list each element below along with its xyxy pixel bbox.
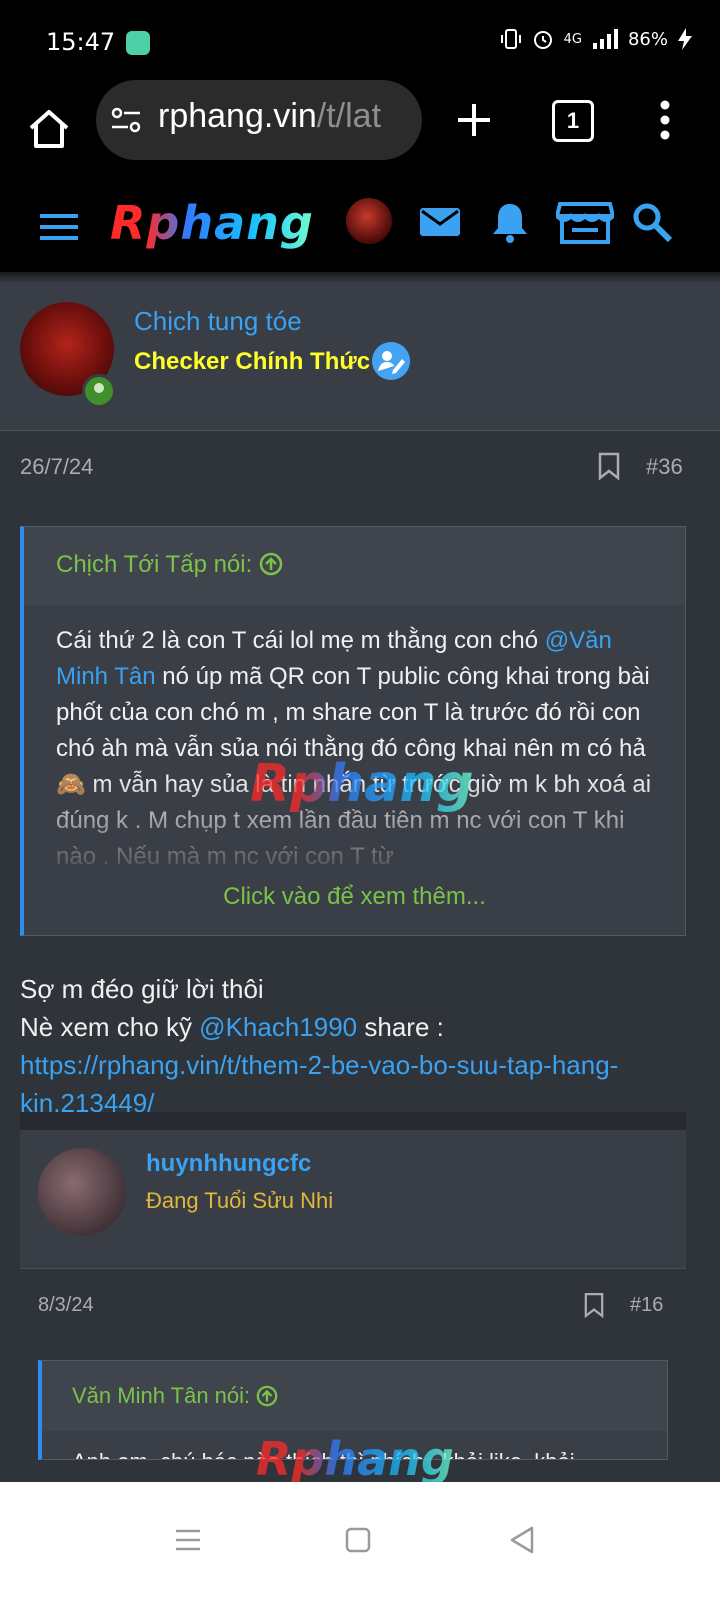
home-icon[interactable] [26,106,72,152]
menu-icon[interactable] [40,212,78,242]
reply-line-2: Nè xem cho kỹ @Khach1990 share : [20,1008,700,1046]
quote-author-label: Chịch Tới Tấp nói: [56,551,253,578]
app-notification-icon [126,31,150,55]
embed-user-block: huynhhungcfc Đang Tuổi Sửu Nhi [20,1130,686,1269]
author-title: Checker Chính Thức [134,348,371,375]
tab-switcher-button[interactable]: 1 [552,100,594,142]
signal-icon [592,29,618,49]
embed-top-border [20,1112,686,1130]
embed-bookmark-icon[interactable] [584,1292,604,1318]
recents-icon[interactable] [170,1522,206,1558]
quote-author[interactable]: Chịch Tới Tấp nói: [56,551,283,579]
charging-icon [678,28,692,50]
address-bar[interactable]: rphang.vin/t/lat [96,80,422,160]
mail-icon[interactable] [418,200,462,244]
jump-to-quote-icon[interactable] [259,552,283,576]
embedded-post[interactable]: huynhhungcfc Đang Tuổi Sửu Nhi 8/3/24 #1… [20,1112,686,1460]
verified-badge-icon [372,342,410,380]
online-status-icon [82,374,116,408]
thread-link[interactable]: https://rphang.vin/t/them-2-be-vao-bo-su… [20,1050,618,1118]
back-icon[interactable] [504,1522,540,1558]
bookmark-icon[interactable] [598,452,620,480]
watermark: Rphang [250,754,474,814]
site-logo[interactable]: Rphang [110,196,314,250]
post-user-block: Chịch tung tóe Checker Chính Thức [0,282,720,431]
embed-quote-author-label: Văn Minh Tân nói: [72,1383,251,1408]
url-text[interactable]: rphang.vin/t/lat [158,97,408,136]
site-settings-icon[interactable] [110,104,142,136]
user-avatar[interactable] [346,198,392,244]
author-name[interactable]: Chịch tung tóe [134,306,302,337]
network-type: 4G [563,31,582,47]
post-number[interactable]: #36 [646,454,683,480]
watermark-2: Rphang [256,1432,454,1486]
embed-author-avatar[interactable] [38,1148,126,1236]
home-nav-icon[interactable] [340,1522,376,1558]
status-time: 15:47 [46,28,116,56]
system-navbar [0,1482,720,1600]
reply-line-2-text: Nè xem cho kỹ [20,1012,200,1042]
url-path: /t/lat [316,97,382,135]
new-tab-icon[interactable] [452,98,496,142]
search-icon[interactable] [630,200,674,244]
status-bar: 15:47 4G 86% [0,0,720,86]
quote-text-start: Cái thứ 2 là con T cái lol mẹ m thằng co… [56,627,545,654]
post-body: Sợ m đéo giữ lời thôi Nè xem cho kỹ @Kha… [20,970,700,1122]
battery-percent: 86% [627,28,668,50]
notification-bell-icon[interactable] [488,200,532,244]
mention-link-2[interactable]: @Khach1990 [199,1012,357,1042]
url-host: rphang.vin [158,97,317,135]
more-menu-icon[interactable] [660,100,670,140]
embed-post-date[interactable]: 8/3/24 [38,1294,94,1317]
embed-post-number[interactable]: #16 [630,1294,663,1317]
embed-quote-author[interactable]: Văn Minh Tân nói: [72,1383,278,1409]
status-icons: 4G 86% [500,28,692,50]
shop-icon[interactable] [556,200,614,244]
post-date[interactable]: 26/7/24 [20,454,93,480]
vibrate-icon [500,29,521,49]
reply-line-2-suffix: share : [357,1012,444,1042]
embed-author-title: Đang Tuổi Sửu Nhi [146,1188,334,1213]
quote-block: Chịch Tới Tấp nói: Cái thứ 2 là con T cá… [20,526,686,936]
expand-quote-link[interactable]: Click vào để xem thêm... [24,883,685,911]
embed-jump-to-quote-icon[interactable] [256,1385,278,1407]
alarm-icon [533,31,552,49]
reply-line-1: Sợ m đéo giữ lời thôi [20,974,264,1004]
embed-author-name[interactable]: huynhhungcfc [146,1150,311,1178]
